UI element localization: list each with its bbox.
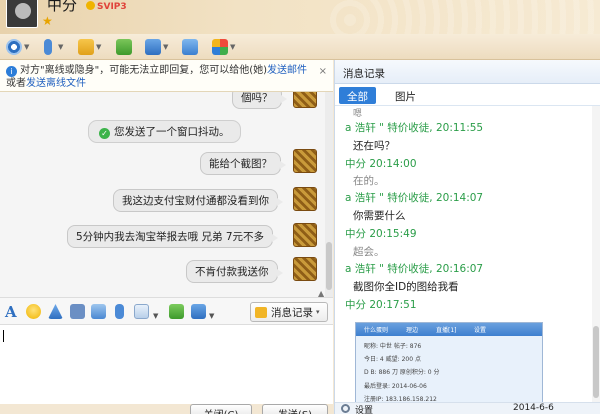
notice-text-2: 或者 xyxy=(6,78,26,89)
record-text: 超会。 xyxy=(353,246,385,258)
history-tabs: 全部 图片 xyxy=(335,84,600,106)
record-header: a 浩轩 " 特价收徒, 20:14:07 xyxy=(345,192,484,204)
record-header: 中分 20:15:49 xyxy=(345,228,417,240)
input-toolbar: ▲ A ▼ ▼ 消息记录 ▾ xyxy=(0,289,333,325)
send-button[interactable]: 发送(S) xyxy=(262,404,328,414)
voice-call-button[interactable]: ▼ xyxy=(40,38,63,56)
offline-notice: i 对方"离线或隐身"，可能无法立即回复，您可以给他(她)发送邮件 或者发送离线文… xyxy=(0,60,333,92)
my-avatar[interactable] xyxy=(293,187,317,211)
screenshot-tabbar: 什么蛋则 理边 直播[1] 设置 xyxy=(356,323,542,336)
record-header: 中分 20:17:51 xyxy=(345,299,417,311)
message-bubble: 我这边支付宝财付通都没看到你 xyxy=(113,189,283,212)
screenshot-image[interactable]: 什么蛋则 理边 直播[1] 设置 昵称: 中世 帖子: 876 今日: 4 威望… xyxy=(355,322,543,410)
microphone-icon xyxy=(44,39,52,55)
screenshot-icon[interactable] xyxy=(134,304,149,319)
panel-title: 消息记录 xyxy=(335,60,600,84)
svip-badge[interactable]: SVIP3 xyxy=(86,1,127,12)
message-bubble: 能给个截图？ xyxy=(200,152,286,175)
gif-icon[interactable] xyxy=(70,304,85,319)
my-avatar[interactable] xyxy=(293,257,317,281)
history-scrollbar[interactable] xyxy=(592,106,600,402)
tab-images[interactable]: 图片 xyxy=(387,87,424,104)
header-decoration xyxy=(330,0,600,34)
settings-label[interactable]: 设置 xyxy=(355,403,373,414)
my-avatar[interactable] xyxy=(293,92,317,108)
record-header: a 浩轩 " 特价收徒, 20:11:55 xyxy=(345,122,484,134)
font-icon[interactable]: A xyxy=(5,303,20,321)
voice-message-icon[interactable] xyxy=(115,304,124,319)
message-bubble: 5分钟内我去淘宝举报去哦 兄弟 7元不多 xyxy=(67,225,279,248)
record-text: 嗯 xyxy=(353,109,363,119)
create-group-button[interactable] xyxy=(116,38,132,56)
folder-icon xyxy=(78,39,94,55)
message-history-button[interactable]: 消息记录 ▾ xyxy=(250,302,328,322)
message-bubble: 個吗？ xyxy=(232,92,286,109)
send-mail-link[interactable]: 发送邮件 xyxy=(267,65,307,76)
screen-share-icon xyxy=(182,39,198,55)
chat-scrollbar[interactable] xyxy=(325,92,333,297)
record-text: 在的。 xyxy=(353,175,385,187)
chevron-down-icon[interactable]: ▼ xyxy=(209,312,215,320)
record-text: 截图你全ID的图给我看 xyxy=(353,281,459,293)
scroll-thumb[interactable] xyxy=(593,326,599,398)
remote-desktop-button[interactable]: ▼ xyxy=(145,38,168,56)
contact-avatar[interactable] xyxy=(6,0,38,28)
gear-icon[interactable] xyxy=(341,404,350,413)
collapse-chevron-icon[interactable]: ▲ xyxy=(318,289,324,298)
apps-button[interactable]: ▼ xyxy=(212,38,235,56)
send-file-button[interactable]: ▼ xyxy=(78,38,101,56)
shake-window-icon[interactable] xyxy=(48,304,63,319)
music-icon[interactable] xyxy=(169,304,184,319)
record-text: 还在吗？ xyxy=(353,140,395,152)
system-message: ✓ 您发送了一个窗口抖动。 xyxy=(88,120,241,143)
history-footer: 设置 2014-6-6 xyxy=(335,402,600,414)
chevron-down-icon: ▾ xyxy=(316,308,320,316)
chat-messages[interactable]: 個吗？ ✓ 您发送了一个窗口抖动。 能给个截图？ 我这边支付宝财付通都没看到你 5… xyxy=(0,92,333,297)
record-header: 中分 20:14:00 xyxy=(345,158,417,170)
contact-nickname[interactable]: 中分 xyxy=(47,0,77,15)
chevron-down-icon[interactable]: ▼ xyxy=(153,312,159,320)
check-icon: ✓ xyxy=(99,128,110,139)
notice-text: 对方"离线或隐身"，可能无法立即回复，您可以给他(她) xyxy=(20,65,268,76)
scroll-thumb[interactable] xyxy=(326,242,332,290)
history-date[interactable]: 2014-6-6 xyxy=(513,403,554,413)
emoji-icon[interactable] xyxy=(26,304,41,319)
share-screen-button[interactable] xyxy=(182,38,198,56)
chat-window-header: 中分 SVIP3 ★ xyxy=(0,0,600,34)
record-header: a 浩轩 " 特价收徒, 20:16:07 xyxy=(345,263,484,275)
history-icon xyxy=(255,306,267,318)
add-people-icon xyxy=(116,39,132,55)
image-icon[interactable] xyxy=(91,304,106,319)
info-icon: i xyxy=(6,66,17,77)
message-input[interactable] xyxy=(0,325,333,405)
gift-icon[interactable] xyxy=(191,304,206,319)
message-bubble: 不肯付款我送你 xyxy=(186,260,282,283)
send-offline-file-link[interactable]: 发送离线文件 xyxy=(26,78,86,89)
monitor-icon xyxy=(145,39,161,55)
record-text: 你需要什么 xyxy=(353,210,406,222)
level-star-icon: ★ xyxy=(42,14,53,28)
penguin-icon xyxy=(86,1,95,10)
camera-icon xyxy=(6,39,22,55)
close-notice-icon[interactable]: × xyxy=(319,65,327,78)
tab-all[interactable]: 全部 xyxy=(339,87,376,104)
my-avatar[interactable] xyxy=(293,149,317,173)
chat-toolbar: ▼ ▼ ▼ ▼ ▼ xyxy=(0,34,600,60)
message-history-panel: 消息记录 全部 图片 嗯 a 浩轩 " 特价收徒, 20:11:55 还在吗？ … xyxy=(334,60,600,414)
my-avatar[interactable] xyxy=(293,223,317,247)
video-call-button[interactable]: ▼ xyxy=(6,38,29,56)
text-cursor xyxy=(3,330,4,342)
apps-grid-icon xyxy=(212,39,228,55)
close-button[interactable]: 关闭(C) xyxy=(190,404,252,414)
